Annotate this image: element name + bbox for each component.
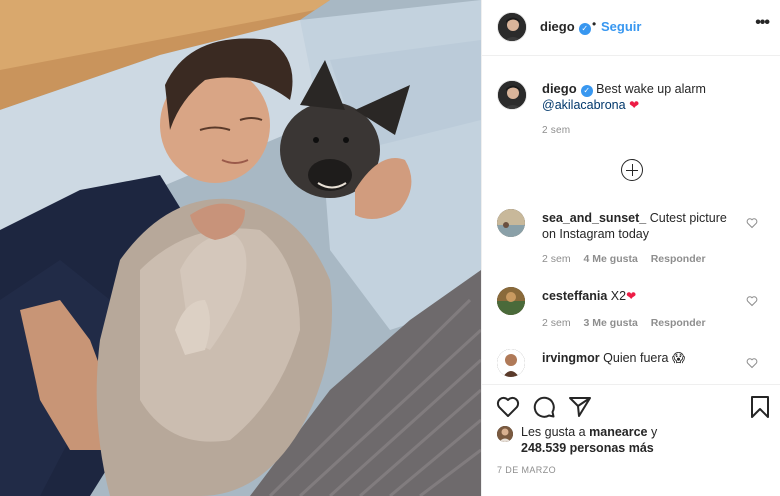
caption-username[interactable]: diego ✓ <box>542 81 593 97</box>
caption-body: Best wake up alarm <box>596 82 706 96</box>
liker-username[interactable]: manearce <box>589 425 647 439</box>
post-photo[interactable] <box>0 0 481 496</box>
comment-likes[interactable]: 4 Me gusta <box>584 253 638 265</box>
comment-meta: 2 sem 4 Me gusta Responder <box>542 253 716 265</box>
caption-avatar[interactable] <box>497 80 527 110</box>
likes-connector: y <box>650 425 658 439</box>
post-date[interactable]: 7 DE MARZO <box>497 465 556 475</box>
author-avatar[interactable] <box>497 12 527 42</box>
comment-text: cesteffania X2❤ <box>542 288 742 304</box>
comment-text: sea_and_sunset_ Cutest picture on Instag… <box>542 210 742 242</box>
comment-body: Quien fuera <box>603 351 669 365</box>
comment-like-heart-icon[interactable] <box>746 295 758 307</box>
comment-bubble-icon[interactable] <box>532 395 556 419</box>
more-options-icon[interactable]: ••• <box>755 14 770 32</box>
liker-avatar[interactable] <box>497 426 513 442</box>
load-more-icon[interactable] <box>621 159 643 181</box>
comment-meta: 2 sem 3 Me gusta Responder <box>542 317 716 329</box>
comment-like-heart-icon[interactable] <box>746 357 758 369</box>
share-plane-icon[interactable] <box>568 395 592 419</box>
post-photo-illustration <box>0 0 481 496</box>
post-actions: Les gusta a manearce y 248.539 personas … <box>482 384 780 496</box>
shocked-emoji: 😱 <box>671 351 685 365</box>
caption-mention[interactable]: @akilacabrona <box>542 98 626 112</box>
commenter-avatar[interactable] <box>497 349 525 377</box>
likes-text: Les gusta a manearce y 248.539 personas … <box>521 424 761 456</box>
likes-count[interactable]: 248.539 personas más <box>521 441 654 455</box>
commenter-avatar[interactable] <box>497 209 525 237</box>
comment-time[interactable]: 2 sem <box>542 253 571 265</box>
comment-text: irvingmor Quien fuera 😱 <box>542 350 742 366</box>
comment-like-heart-icon[interactable] <box>746 217 758 229</box>
like-heart-icon[interactable] <box>496 395 520 419</box>
comment-username[interactable]: sea_and_sunset_ <box>542 211 646 225</box>
verified-badge-icon: ✓ <box>580 85 593 97</box>
caption-text: diego ✓ Best wake up alarm @akilacabrona … <box>542 81 762 113</box>
verified-badge-icon: ✓ <box>578 23 591 35</box>
separator-dot: • <box>592 17 597 31</box>
comment-likes[interactable]: 3 Me gusta <box>584 317 638 329</box>
commenter-avatar[interactable] <box>497 287 525 315</box>
reply-button[interactable]: Responder <box>651 253 706 265</box>
post-sidebar: diego ✓ • Seguir ••• diego ✓ Best wake up … <box>481 0 780 496</box>
author-username[interactable]: diego ✓ <box>540 19 591 35</box>
comment-username[interactable]: cesteffania <box>542 289 607 303</box>
follow-button[interactable]: Seguir <box>601 19 641 34</box>
post-header: diego ✓ • Seguir ••• <box>482 0 780 56</box>
comment-username[interactable]: irvingmor <box>542 351 600 365</box>
bookmark-icon[interactable] <box>748 395 772 419</box>
heart-emoji: ❤ <box>629 98 640 112</box>
caption-time[interactable]: 2 sem <box>542 125 570 136</box>
comment-body: X2 <box>610 289 627 303</box>
comment-time[interactable]: 2 sem <box>542 317 571 329</box>
likes-prefix: Les gusta a <box>521 425 586 439</box>
heart-emoji: ❤ <box>626 289 637 303</box>
reply-button[interactable]: Responder <box>651 317 706 329</box>
